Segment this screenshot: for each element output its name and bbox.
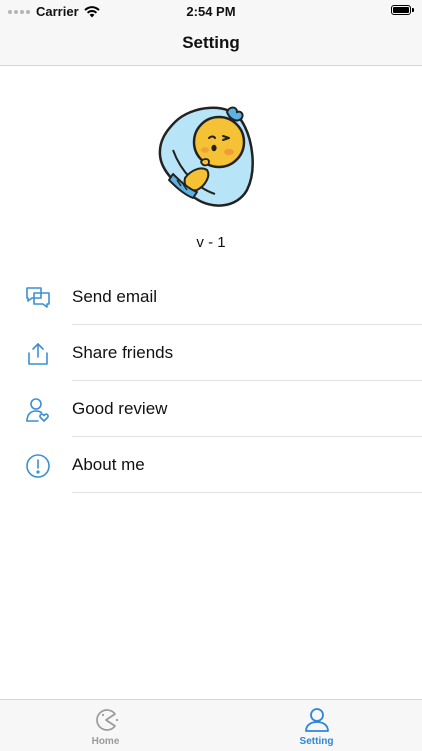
menu-item-label: Share friends xyxy=(72,343,174,362)
app-mascot-image xyxy=(157,100,262,210)
menu-item-label: Good review xyxy=(72,399,168,418)
menu-item-send-email[interactable]: Send email xyxy=(0,269,422,325)
app-version: v - 1 xyxy=(196,234,226,251)
tab-home-label: Home xyxy=(91,736,120,747)
status-bar: Carrier 2:54 PM xyxy=(0,0,422,22)
tab-setting-label: Setting xyxy=(299,736,334,747)
chat-bubbles-icon xyxy=(25,285,51,311)
info-circle-icon xyxy=(25,453,51,479)
menu-item-share-friends[interactable]: Share friends xyxy=(0,325,422,381)
settings-menu: Send email Share friends Good review Abo… xyxy=(0,269,422,493)
navigation-bar: Setting xyxy=(0,22,422,66)
menu-item-label: About me xyxy=(72,455,145,474)
share-icon xyxy=(25,341,51,367)
tab-bar: Home Setting xyxy=(0,699,422,751)
tab-setting[interactable]: Setting xyxy=(211,700,422,751)
page-title: Setting xyxy=(182,33,240,52)
battery-icon xyxy=(391,5,414,15)
menu-item-about-me[interactable]: About me xyxy=(0,437,422,493)
user-heart-icon xyxy=(25,397,51,423)
pacman-icon xyxy=(92,706,120,734)
tab-home[interactable]: Home xyxy=(0,700,211,751)
status-time: 2:54 PM xyxy=(186,4,236,19)
person-icon xyxy=(303,706,331,734)
menu-item-good-review[interactable]: Good review xyxy=(0,381,422,437)
menu-item-label: Send email xyxy=(72,287,158,306)
